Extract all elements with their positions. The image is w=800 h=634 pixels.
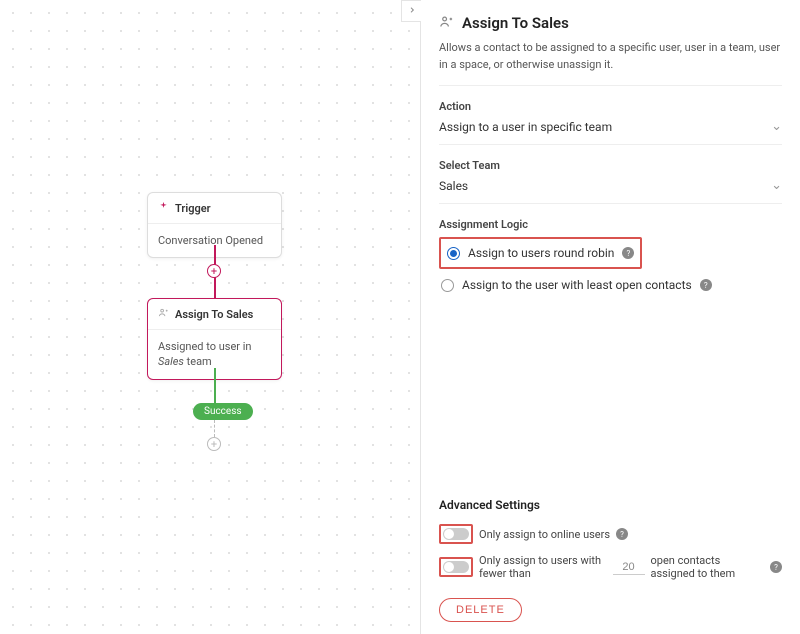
assign-body-team: Sales [158, 355, 184, 368]
team-select[interactable]: Sales ⌄ [439, 172, 782, 204]
highlight-round-robin: Assign to users round robin ? [439, 237, 642, 269]
node-trigger-header: Trigger [148, 193, 281, 224]
radio-least-open[interactable]: Assign to the user with least open conta… [439, 273, 782, 297]
add-step-button[interactable]: + [207, 264, 221, 278]
team-value: Sales [439, 179, 468, 193]
radio-round-robin-label: Assign to users round robin [468, 246, 614, 260]
assign-icon [439, 14, 454, 32]
panel-description: Allows a contact to be assigned to a spe… [439, 40, 782, 86]
assign-body-prefix: Assigned to user in [158, 340, 252, 353]
panel-title: Assign To Sales [462, 14, 569, 32]
fewer-count-input[interactable] [613, 560, 645, 575]
toggle-online-label: Only assign to online users [479, 528, 610, 541]
radio-round-robin[interactable]: Assign to users round robin ? [445, 241, 636, 265]
action-value: Assign to a user in specific team [439, 120, 612, 134]
sparkle-icon [158, 201, 169, 215]
success-badge: Success [193, 403, 253, 420]
toggle-fewer[interactable] [443, 561, 469, 573]
advanced-settings-title: Advanced Settings [439, 498, 782, 512]
team-label: Select Team [439, 159, 782, 172]
toggle-online-row: Only assign to online users ? [439, 524, 782, 544]
assign-body-suffix: team [184, 355, 212, 368]
settings-panel: Assign To Sales Allows a contact to be a… [420, 0, 800, 634]
assign-icon [158, 307, 169, 321]
radio-icon [447, 247, 460, 260]
panel-header: Assign To Sales [439, 14, 782, 32]
node-assign-header: Assign To Sales [148, 299, 281, 330]
panel-bottom: Advanced Settings Only assign to online … [421, 498, 800, 622]
chevron-right-icon [408, 4, 416, 18]
node-trigger-title: Trigger [175, 202, 211, 215]
action-select[interactable]: Assign to a user in specific team ⌄ [439, 113, 782, 145]
node-assign-title: Assign To Sales [175, 308, 253, 321]
workflow-canvas[interactable]: Trigger Conversation Opened + Assign To … [0, 0, 420, 634]
toggle-fewer-prefix: Only assign to users with fewer than [479, 554, 607, 580]
highlight-toggle-fewer [439, 557, 473, 577]
toggle-fewer-suffix: open contacts assigned to them [651, 554, 765, 580]
add-step-end-button[interactable]: + [207, 437, 221, 451]
collapse-panel-button[interactable] [401, 0, 421, 22]
action-label: Action [439, 100, 782, 113]
radio-least-open-label: Assign to the user with least open conta… [462, 278, 692, 292]
help-icon[interactable]: ? [616, 528, 628, 540]
highlight-toggle-online [439, 524, 473, 544]
delete-button[interactable]: DELETE [439, 598, 522, 622]
chevron-down-icon: ⌄ [771, 178, 782, 193]
toggle-online[interactable] [443, 528, 469, 540]
help-icon[interactable]: ? [622, 247, 634, 259]
help-icon[interactable]: ? [700, 279, 712, 291]
connector-dashed [214, 420, 215, 437]
chevron-down-icon: ⌄ [771, 119, 782, 134]
logic-label: Assignment Logic [439, 218, 782, 231]
toggle-fewer-row: Only assign to users with fewer than ope… [439, 554, 782, 580]
help-icon[interactable]: ? [770, 561, 782, 573]
radio-icon [441, 279, 454, 292]
connector-success [214, 368, 216, 403]
